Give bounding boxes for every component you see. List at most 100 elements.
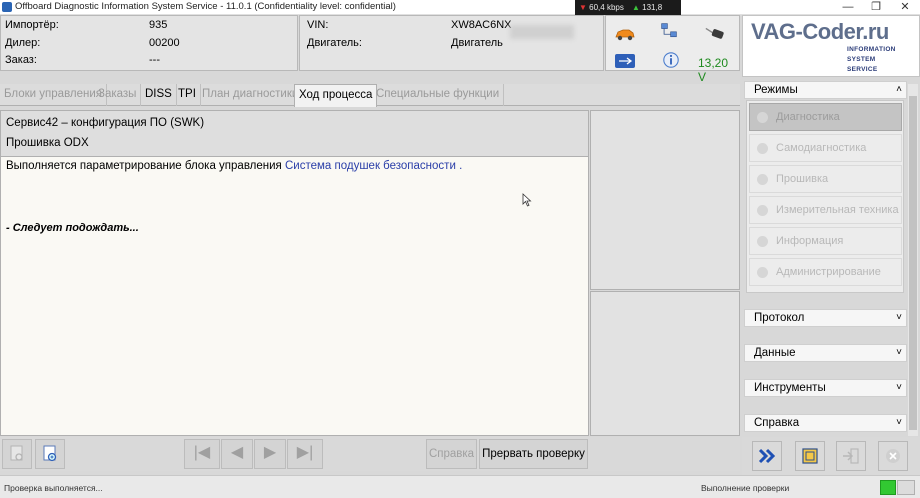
side-panel-bottom xyxy=(590,291,740,436)
forward-button[interactable] xyxy=(752,441,782,471)
download-rate: ▼ 60,4 kbps xyxy=(579,0,624,15)
measurement-icon xyxy=(757,205,768,216)
logo-sub-2: SYSTEM xyxy=(847,56,876,63)
mode-label: Информация xyxy=(776,235,844,247)
restore-button[interactable]: ❐ xyxy=(862,0,890,15)
diagnostics-icon xyxy=(757,112,768,123)
process-subtitle: Прошивка ODX xyxy=(6,137,89,149)
tab-diss[interactable]: DISS xyxy=(141,84,177,106)
tab-diagnostic-plan[interactable]: План диагностики xyxy=(198,84,304,106)
battery-voltage: 13,20 V xyxy=(698,56,729,84)
title-bar: Offboard Diagnostic Information System S… xyxy=(0,0,920,15)
mode-administration[interactable]: Администрирование xyxy=(749,258,902,286)
mode-diagnostics[interactable]: Диагностика xyxy=(749,103,902,131)
close-button[interactable]: ✕ xyxy=(891,0,919,15)
cancel-button[interactable] xyxy=(878,441,908,471)
process-header: Сервис42 – конфигурация ПО (SWK) Прошивк… xyxy=(1,111,588,157)
process-panel: Сервис42 – конфигурация ПО (SWK) Прошивк… xyxy=(0,110,589,436)
process-title: Сервис42 – конфигурация ПО (SWK) xyxy=(6,117,205,129)
importer-label: Импортёр: xyxy=(5,19,59,31)
tab-orders[interactable]: Заказы xyxy=(94,84,142,106)
mode-information[interactable]: Информация xyxy=(749,227,902,255)
status-right-text: Выполнение проверки xyxy=(701,483,790,493)
information-icon xyxy=(757,236,768,247)
zoom-document-button[interactable] xyxy=(35,439,65,469)
last-page-button[interactable]: ▶| xyxy=(287,439,323,469)
download-arrow-icon: ▼ xyxy=(579,3,587,12)
zoom-document-icon xyxy=(43,445,57,462)
vin-label: VIN: xyxy=(307,19,329,31)
tab-control-units[interactable]: Блоки управления xyxy=(0,84,108,106)
document-button[interactable] xyxy=(2,439,32,469)
logo-text: VAG-Coder.ru xyxy=(751,19,889,44)
chevron-up-icon: ˄ xyxy=(896,84,902,95)
select-area-icon xyxy=(802,448,818,464)
previous-button[interactable]: ◀ xyxy=(221,439,253,469)
chevron-down-icon: ˅ xyxy=(896,312,902,323)
tools-title: Инструменты xyxy=(754,382,826,394)
header-status-icons: 13,20 V xyxy=(605,15,740,84)
process-message-end: . xyxy=(459,160,463,172)
importer-value: 935 xyxy=(149,19,168,31)
help-header[interactable]: Справка ˅ xyxy=(744,414,907,432)
select-area-button[interactable] xyxy=(795,441,825,471)
usb-interface-icon[interactable] xyxy=(614,52,636,70)
chevron-down-icon: ˅ xyxy=(896,382,902,393)
dealer-value: 00200 xyxy=(149,37,180,49)
order-value: --- xyxy=(149,54,160,66)
flashing-icon xyxy=(757,174,768,185)
status-left-text: Проверка выполняется... xyxy=(4,483,103,493)
header-dealer-info: Импортёр: 935 Дилер: 00200 Заказ: --- xyxy=(0,15,298,71)
first-page-button[interactable]: |◀ xyxy=(184,439,220,469)
modes-header[interactable]: Режимы ˄ xyxy=(744,81,907,99)
mode-flashing[interactable]: Прошивка xyxy=(749,165,902,193)
abort-check-button[interactable]: Прервать проверку xyxy=(479,439,588,469)
diagnostic-plug-icon[interactable] xyxy=(704,24,726,42)
wait-message: - Следует подождать... xyxy=(6,222,139,234)
self-diagnostics-icon xyxy=(757,143,768,154)
logo-sub-1: INFORMATION xyxy=(847,46,896,53)
window-title: Offboard Diagnostic Information System S… xyxy=(15,1,396,12)
vin-value: XW8AC6NX xyxy=(451,19,512,31)
tab-tpi[interactable]: TPI xyxy=(174,84,201,106)
right-panel: Режимы ˄ Диагностика Самодиагностика Про… xyxy=(742,79,920,438)
download-rate-value: 60,4 kbps xyxy=(589,3,624,12)
double-chevron-right-icon xyxy=(758,448,776,464)
protocol-header[interactable]: Протокол ˅ xyxy=(744,309,907,327)
status-led-icon xyxy=(880,480,896,495)
network-meter: ▼ 60,4 kbps ▲ 131,8 kbps xyxy=(575,0,681,27)
dealer-label: Дилер: xyxy=(5,37,41,49)
control-unit-link[interactable]: Система подушек безопасности xyxy=(285,160,456,172)
vehicle-icon[interactable] xyxy=(614,25,636,43)
engine-label: Двигатель: xyxy=(307,37,362,49)
logo: VAG-Coder.ru INFORMATION SYSTEM SERVICE xyxy=(742,15,920,77)
minimize-button[interactable]: — xyxy=(834,0,862,15)
tools-header[interactable]: Инструменты ˅ xyxy=(744,379,907,397)
process-message-text: Выполняется параметрирование блока управ… xyxy=(6,160,282,172)
chevron-down-icon: ˅ xyxy=(896,417,902,428)
tab-special-functions[interactable]: Специальные функции xyxy=(372,84,505,106)
mode-self-diagnostics[interactable]: Самодиагностика xyxy=(749,134,902,162)
data-header[interactable]: Данные ˅ xyxy=(744,344,907,362)
mode-measurement[interactable]: Измерительная техника xyxy=(749,196,902,224)
exit-icon xyxy=(843,448,859,464)
administration-icon xyxy=(757,267,768,278)
exit-button[interactable] xyxy=(836,441,866,471)
right-panel-scrollbar[interactable] xyxy=(908,84,918,436)
help-button[interactable]: Справка xyxy=(426,439,477,469)
scrollbar-thumb[interactable] xyxy=(909,96,917,430)
data-title: Данные xyxy=(754,347,796,359)
bottom-toolbar: |◀ ◀ ▶ ▶| Справка Прервать проверку xyxy=(0,437,740,471)
next-button[interactable]: ▶ xyxy=(254,439,286,469)
protocol-title: Протокол xyxy=(754,312,805,324)
tab-process-progress[interactable]: Ход процесса xyxy=(294,84,378,107)
mode-label: Измерительная техника xyxy=(776,204,899,216)
info-icon[interactable] xyxy=(660,51,682,69)
mode-label: Самодиагностика xyxy=(776,142,867,154)
modes-title: Режимы xyxy=(754,84,798,96)
order-label: Заказ: xyxy=(5,54,37,66)
cancel-icon xyxy=(886,449,900,463)
status-bar: Проверка выполняется... Выполнение прове… xyxy=(0,475,920,498)
network-icon[interactable] xyxy=(658,22,680,40)
mouse-cursor-icon xyxy=(522,193,532,207)
